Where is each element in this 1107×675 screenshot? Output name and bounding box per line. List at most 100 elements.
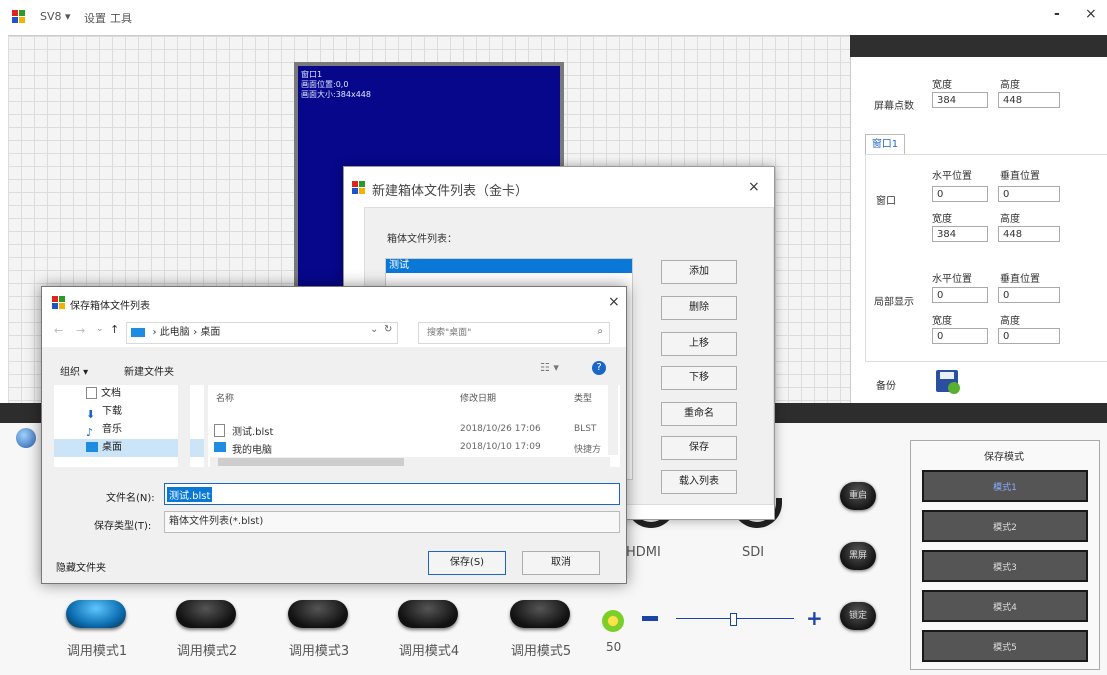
hide-folders-toggle[interactable]: 隐藏文件夹 — [56, 559, 106, 574]
load-list-button[interactable]: 载入列表 — [661, 470, 737, 494]
local-vpos-field[interactable]: 0 — [998, 287, 1060, 303]
restart-button[interactable]: 重启 — [840, 482, 876, 510]
local-vpos-label: 垂直位置 — [1000, 274, 1040, 285]
horizontal-scrollbar[interactable] — [210, 457, 610, 467]
file-list-scrollbar[interactable] — [608, 385, 618, 455]
column-date[interactable]: 修改日期 — [460, 391, 496, 404]
file-icon — [214, 424, 225, 437]
tab-window1[interactable]: 窗口1 — [865, 134, 905, 155]
search-placeholder: 搜索"桌面" — [427, 328, 472, 338]
window-height-field[interactable]: 448 — [998, 226, 1060, 242]
move-down-button[interactable]: 下移 — [661, 366, 737, 390]
brightness-value: 50 — [606, 640, 622, 654]
menu-sv8[interactable]: SV8 ▾ — [40, 10, 71, 23]
table-row[interactable]: 测试.blst 2018/10/26 17:06 BLST — [208, 421, 608, 439]
sdi-label: SDI — [742, 545, 765, 560]
save-button[interactable]: 保存(S) — [428, 551, 506, 575]
file-date: 2018/10/26 17:06 — [460, 424, 541, 434]
desktop-icon — [86, 442, 98, 452]
local-height-field[interactable]: 0 — [998, 328, 1060, 344]
screen-points-label: 屏幕点数 — [874, 101, 914, 112]
rename-button[interactable]: 重命名 — [661, 402, 737, 426]
dialog2-close-button[interactable]: × — [608, 294, 620, 310]
blackscreen-button[interactable]: 黑屏 — [840, 542, 876, 570]
window-width-field[interactable]: 384 — [932, 226, 988, 242]
filetype-label: 保存类型(T): — [94, 521, 152, 532]
recent-chevron-icon[interactable]: ⌄ — [96, 324, 104, 334]
column-type[interactable]: 类型 — [574, 391, 592, 404]
save-mode-1[interactable]: 模式1 — [922, 470, 1088, 502]
breadcrumb-desktop[interactable]: 桌面 — [200, 327, 220, 338]
menu-tools[interactable]: 工具 — [110, 10, 132, 26]
filename-label: 文件名(N): — [106, 493, 155, 504]
hdmi-label: HDMI — [626, 545, 661, 560]
backup-save-icon[interactable] — [936, 370, 960, 394]
delete-button[interactable]: 删除 — [661, 296, 737, 320]
file-type: 快捷方 — [574, 445, 602, 455]
save-mode-2[interactable]: 模式2 — [922, 510, 1088, 542]
address-dropdown-icon[interactable]: ⌄ — [370, 324, 378, 335]
new-folder-button[interactable]: 新建文件夹 — [124, 363, 174, 378]
save-mode-3[interactable]: 模式3 — [922, 550, 1088, 582]
search-box[interactable]: 搜索"桌面" ⌕ — [418, 322, 610, 344]
brightness-slider-handle[interactable] — [730, 613, 737, 626]
add-button[interactable]: 添加 — [661, 260, 737, 284]
mode-button-2[interactable] — [176, 600, 236, 628]
brightness-sun-icon — [602, 610, 624, 632]
save-mode-title: 保存模式 — [984, 452, 1024, 463]
window-label: 窗口 — [876, 196, 896, 207]
screen-width-field[interactable]: 384 — [932, 92, 988, 108]
tree-scrollbar[interactable] — [178, 385, 190, 467]
mode-button-4[interactable] — [398, 600, 458, 628]
save-mode-5[interactable]: 模式5 — [922, 630, 1088, 662]
dialog2-logo-icon — [52, 296, 65, 309]
brightness-minus-button[interactable] — [642, 616, 658, 621]
mode-button-5[interactable] — [510, 600, 570, 628]
mode-button-1[interactable] — [66, 600, 126, 628]
menu-settings[interactable]: 设置 — [84, 10, 106, 26]
search-icon[interactable]: ⌕ — [597, 326, 603, 337]
local-display-label: 局部显示 — [874, 297, 914, 308]
win-height-label: 高度 — [1000, 214, 1020, 225]
filename-input[interactable]: 测试.blst — [164, 483, 620, 505]
table-row[interactable]: 我的电脑 2018/10/10 17:09 快捷方 — [208, 439, 608, 457]
backup-label: 备份 — [876, 381, 896, 392]
file-list[interactable]: 名称 修改日期 类型 测试.blst 2018/10/26 17:06 BLST… — [208, 385, 620, 467]
document-icon — [86, 387, 97, 399]
filetype-select[interactable]: 箱体文件列表(*.blst) — [164, 511, 620, 533]
view-options-icon[interactable]: ☷ ▾ — [540, 361, 559, 374]
column-name[interactable]: 名称 — [216, 391, 234, 404]
breadcrumb-pc[interactable]: 此电脑 — [160, 327, 190, 338]
window-position-text: 画面位置:0,0 — [301, 80, 349, 89]
mode-button-3[interactable] — [288, 600, 348, 628]
move-up-button[interactable]: 上移 — [661, 332, 737, 356]
help-icon[interactable]: ? — [592, 361, 606, 375]
forward-arrow-icon[interactable]: → — [76, 324, 85, 337]
close-button[interactable]: × — [1085, 6, 1097, 22]
file-name: 测试.blst — [232, 427, 274, 438]
organize-button[interactable]: 组织 ▾ — [60, 363, 88, 378]
save-mode-4[interactable]: 模式4 — [922, 590, 1088, 622]
screen-height-field[interactable]: 448 — [998, 92, 1060, 108]
window-hpos-field[interactable]: 0 — [932, 186, 988, 202]
computer-icon — [214, 442, 226, 452]
vpos-label: 垂直位置 — [1000, 171, 1040, 182]
local-hpos-field[interactable]: 0 — [932, 287, 988, 303]
minimize-button[interactable]: - — [1054, 6, 1060, 22]
local-width-field[interactable]: 0 — [932, 328, 988, 344]
refresh-icon[interactable]: ↻ — [384, 324, 392, 335]
window-name-text: 窗口1 — [301, 70, 323, 79]
brightness-plus-button[interactable]: + — [806, 606, 823, 630]
window-vpos-field[interactable]: 0 — [998, 186, 1060, 202]
up-arrow-icon[interactable]: ↑ — [110, 323, 119, 336]
dialog1-close-button[interactable]: × — [748, 179, 760, 195]
back-arrow-icon[interactable]: ← — [54, 324, 63, 337]
save-list-button[interactable]: 保存 — [661, 436, 737, 460]
globe-icon[interactable] — [16, 428, 36, 448]
address-bar[interactable]: › 此电脑 › 桌面 — [126, 322, 398, 344]
lock-button[interactable]: 锁定 — [840, 602, 876, 630]
list-item[interactable]: 测试 — [386, 259, 632, 273]
title-bar: SV8 ▾ 设置 工具 - × — [0, 0, 1107, 34]
window-size-text: 画面大小:384x448 — [301, 90, 371, 99]
cancel-button[interactable]: 取消 — [522, 551, 600, 575]
